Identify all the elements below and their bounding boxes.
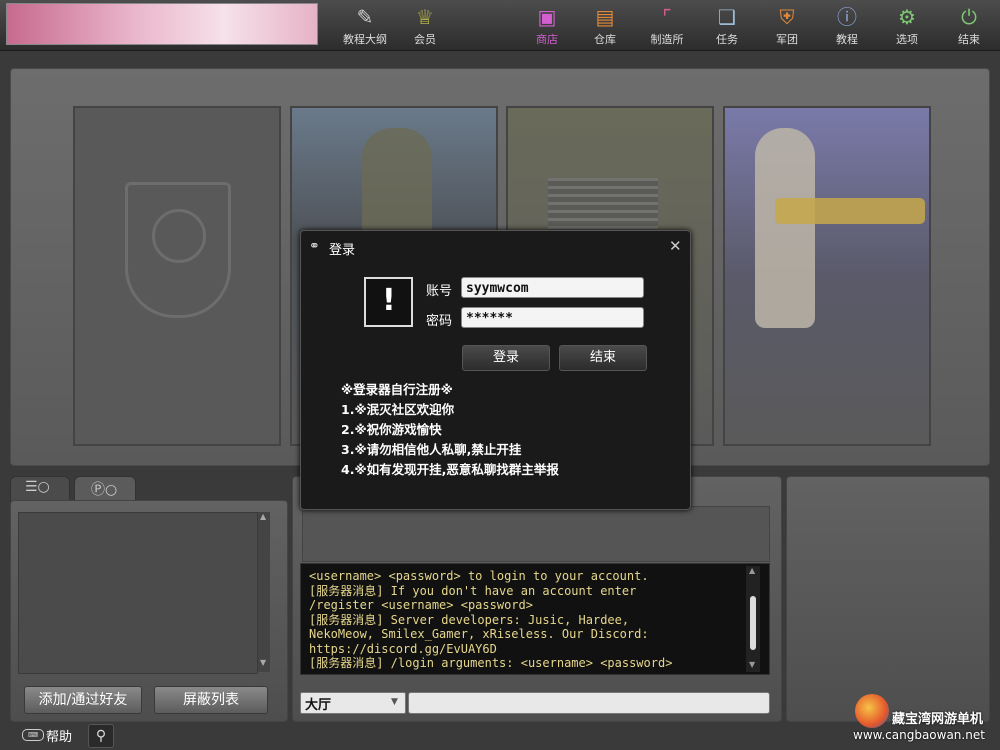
search-icon[interactable]: ⚲ [88,724,114,748]
mode-card-robot[interactable] [723,106,931,446]
shop-icon: ▣ [537,5,557,29]
chat-line: NekoMeow, Smilex_Gamer, xRiseless. Our D… [309,627,649,641]
nav-inventory[interactable]: ▤ 仓库 [574,4,636,48]
chat-preview-area [302,506,770,562]
chat-scrollbar[interactable]: ▲ ▼ [746,566,760,672]
login-dialog: ⚭ 登录 ✕ ! 账号 syymwcom 密码 ****** 登录 结束 ※登录… [300,230,691,510]
gear-icon: ⚙ [898,5,916,29]
nav-membership[interactable]: ♕ 会员 [394,4,456,48]
chat-input[interactable] [408,692,770,714]
info-panel [786,476,990,722]
inventory-icon: ▤ [595,5,615,29]
account-label: 账号 [426,284,453,299]
add-friend-button[interactable]: 添加/通过好友 [24,686,142,714]
chat-line: [服务器消息] If you don't have an account ent… [309,583,637,598]
nav-label: 军团 [776,33,798,46]
password-label: 密码 [426,314,453,329]
password-field[interactable]: ****** [461,307,644,328]
chat-log: <username> <password> to login to your a… [300,563,770,675]
nav-label: 制造所 [650,33,684,46]
crown-icon: ♕ [416,5,434,29]
emblem-circle [152,209,206,263]
nav-exit[interactable]: ⏻ 结束 [938,4,1000,48]
info-icon: ⓘ [837,5,857,29]
tutorial-icon: ✎ [356,5,374,29]
close-icon[interactable]: ✕ [669,237,682,255]
notice-line: ※登录器自行注册※ [341,382,453,397]
dialog-title: 登录 [329,243,356,258]
tab-friends[interactable]: ☰○ [10,476,70,502]
scroll-down-icon[interactable]: ▼ [749,660,755,669]
watermark-logo-icon [855,694,889,728]
clan-emblem-icon [125,182,231,318]
nav-clan[interactable]: ⛨ 军团 [756,4,818,48]
notice-line: 3.※请勿相信他人私聊,禁止开挂 [341,442,522,457]
power-icon: ⏻ [961,5,977,29]
scroll-down-icon[interactable]: ▼ [260,658,266,667]
soldier-artwork [362,128,432,238]
robot-artwork [755,128,815,328]
notice-line: 1.※泯灭社区欢迎你 [341,402,455,417]
nav-shop[interactable]: ▣ 商店 [516,4,578,48]
tab-clan-friends[interactable]: Ⓟ○ [74,476,136,502]
nav-options[interactable]: ⚙ 选项 [876,4,938,48]
notice-line: 2.※祝你游戏愉快 [341,422,442,437]
nav-missions[interactable]: ❑ 任务 [696,4,758,48]
nav-label: 会员 [414,33,436,46]
chat-line: <username> <password> to login to your a… [309,569,649,583]
nav-label: 教程 [836,33,858,46]
chevron-down-icon: ▼ [391,697,398,707]
nav-crafting[interactable]: ⌜ 制造所 [636,4,698,48]
chat-line: /register <username> <password> [309,598,533,612]
ticket-icon: ❑ [718,5,736,29]
scroll-up-icon[interactable]: ▲ [749,566,755,575]
exit-button[interactable]: 结束 [559,345,647,371]
nav-help[interactable]: ⓘ 教程 [816,4,878,48]
nav-label: 商店 [536,33,558,46]
nav-label: 仓库 [594,33,616,46]
chat-channel-select[interactable]: 大厅 ▼ [300,692,406,714]
account-field[interactable]: syymwcom [461,277,644,298]
mode-card-clan[interactable] [73,106,281,446]
clan-search-icon: Ⓟ○ [91,482,118,498]
channel-value: 大厅 [305,698,332,713]
keyboard-icon: ⌨ [22,729,44,741]
watermark-url: www.cangbaowan.net [853,728,985,742]
chat-line: https://discord.gg/EvUAY6D [309,641,497,656]
friends-list [18,512,258,674]
help-label[interactable]: 帮助 [46,726,72,745]
nav-label: 选项 [896,33,918,46]
steam-logo-icon: ⚭ [309,239,320,254]
scroll-thumb[interactable] [750,596,756,650]
clan-icon: ⛨ [779,5,795,29]
gun-artwork [775,198,925,224]
scroll-up-icon[interactable]: ▲ [260,512,266,521]
friends-scrollbar[interactable]: ▲ ▼ [258,512,270,672]
game-logo-banner [6,3,318,45]
friends-list-icon: ☰○ [25,479,50,495]
gun-icon: ⌜ [662,5,672,29]
notice-line: 4.※如有发现开挂,恶意私聊找群主举报 [341,462,559,477]
login-button[interactable]: 登录 [462,345,550,371]
warning-icon: ! [364,277,413,327]
chat-line: [服务器消息] /login arguments: <username> <pa… [309,656,673,670]
nav-label: 结束 [958,33,980,46]
watermark-text: 藏宝湾网游单机 [892,712,984,727]
chat-line: [服务器消息] Server developers: Jusic, Hardee… [309,612,630,627]
nav-tutorial[interactable]: ✎ 教程大纲 [334,4,396,48]
nav-label: 任务 [716,33,738,46]
block-list-button[interactable]: 屏蔽列表 [154,686,268,714]
nav-label: 教程大纲 [343,33,387,46]
